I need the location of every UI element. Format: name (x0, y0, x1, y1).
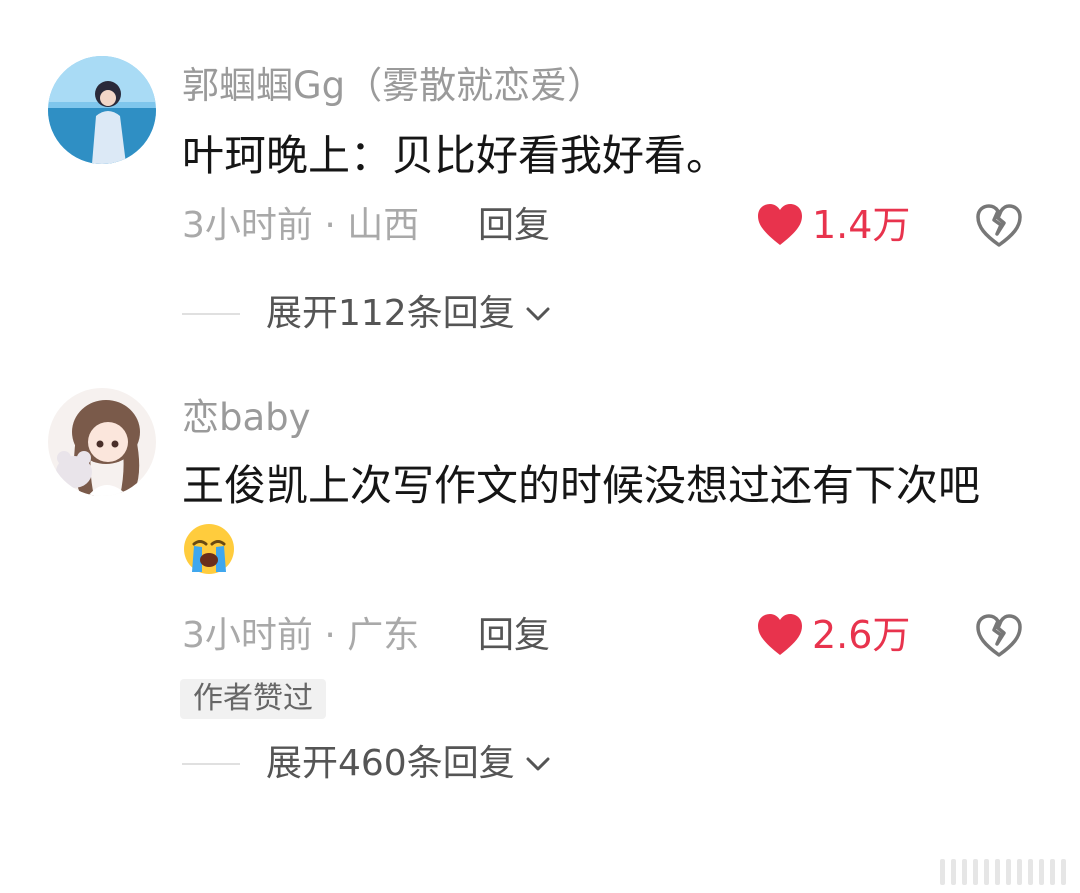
comment-text: 叶珂晚上：贝比好看我好看。 (182, 131, 729, 180)
like-button[interactable]: 2.6万 (756, 613, 910, 657)
broken-heart-icon (976, 614, 1022, 657)
comment-meta: 3小时前 · 广东 (182, 615, 420, 656)
reply-button[interactable]: 回复 (478, 614, 550, 658)
comment-meta: 3小时前 · 山西 (182, 205, 420, 246)
divider (182, 763, 240, 765)
broken-heart-icon (976, 204, 1022, 247)
expand-replies[interactable]: 展开460条回复 (182, 742, 553, 786)
author-liked-badge: 作者赞过 (180, 679, 326, 719)
reply-button[interactable]: 回复 (478, 204, 550, 248)
username[interactable]: 恋baby (182, 396, 311, 440)
heart-icon (758, 204, 802, 245)
expand-replies[interactable]: 展开112条回复 (182, 292, 553, 336)
chevron-down-icon (526, 757, 550, 771)
like-count: 1.4万 (812, 203, 911, 247)
comment-text-content: 王俊凯上次写作文的时候没想过还有下次吧 (182, 461, 981, 510)
divider (182, 313, 240, 315)
avatar-photo-icon (48, 56, 156, 164)
heart-icon (758, 614, 802, 655)
comment-text: 王俊凯上次写作文的时候没想过还有下次吧 (182, 452, 1012, 588)
username[interactable]: 郭蝈蝈Gg（雾散就恋爱） (182, 64, 604, 108)
comment-item: 郭蝈蝈Gg（雾散就恋爱） 叶珂晚上：贝比好看我好看。 3小时前 · 山西 回复 … (0, 0, 1080, 360)
expand-replies-label: 展开460条回复 (266, 743, 515, 784)
dislike-button[interactable] (975, 612, 1023, 660)
avatar-anime-girl-icon (48, 388, 156, 496)
avatar[interactable] (48, 388, 156, 496)
dislike-button[interactable] (975, 202, 1023, 250)
watermark (940, 859, 1066, 885)
loudly-crying-face-icon (184, 524, 234, 574)
expand-replies-label: 展开112条回复 (266, 293, 515, 334)
avatar[interactable] (48, 56, 156, 164)
like-count: 2.6万 (812, 613, 911, 657)
like-button[interactable]: 1.4万 (756, 203, 910, 247)
chevron-down-icon (526, 307, 550, 321)
comment-item: 恋baby 王俊凯上次写作文的时候没想过还有下次吧 3小时前 · 广东 回复 2… (0, 360, 1080, 800)
